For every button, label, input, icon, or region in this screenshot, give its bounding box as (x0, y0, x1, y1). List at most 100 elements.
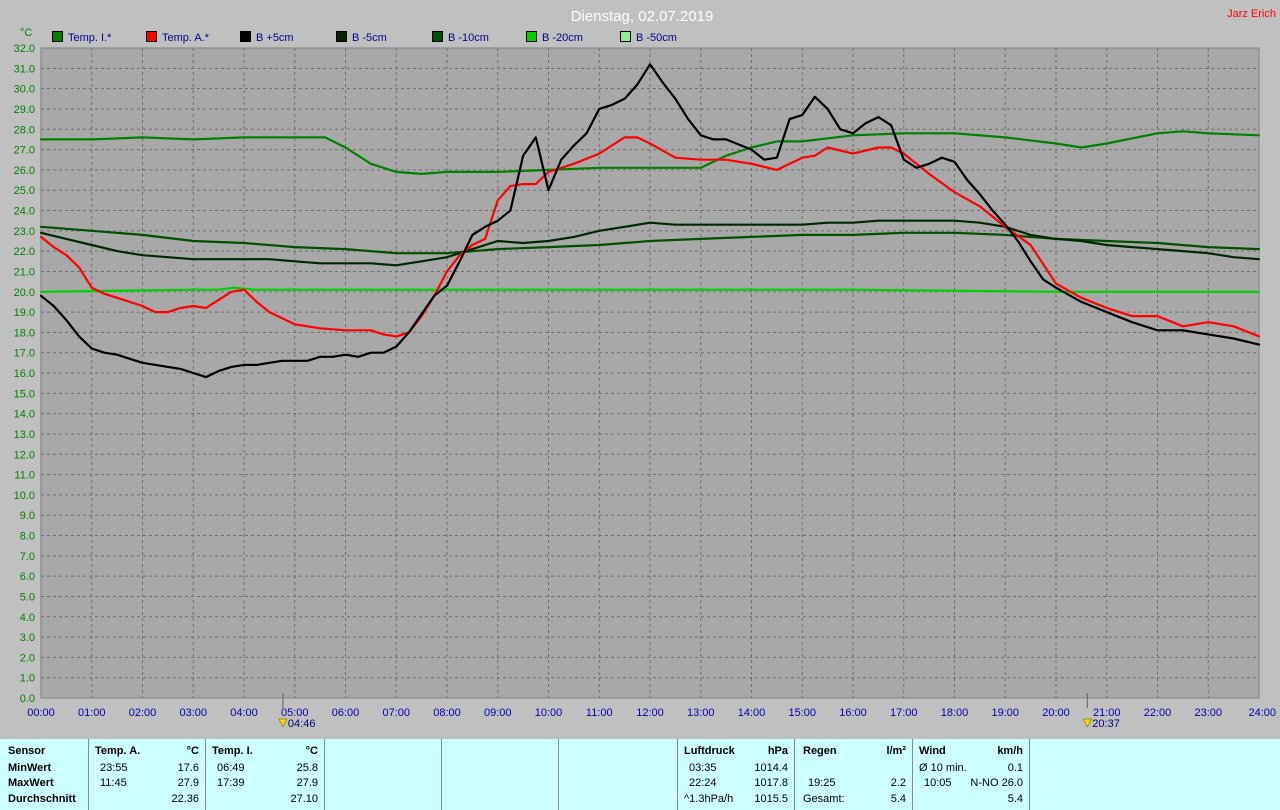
legend-label: Temp. A.* (162, 32, 210, 44)
legend-swatch (146, 31, 157, 42)
chart-title: Dienstag, 02.07.2019 (571, 8, 714, 25)
legend-item: B -10cm (432, 31, 489, 45)
legend-item: Temp. I.* (52, 31, 111, 45)
temp-a-max-val: 27.9 (177, 777, 199, 789)
legend-swatch (240, 31, 251, 42)
y-tick-label: 27.0 (14, 145, 35, 157)
y-tick-label: 3.0 (20, 632, 35, 644)
rain-max-val: 2.2 (890, 777, 906, 789)
wind-avg: 5.4 (1007, 793, 1023, 805)
legend-swatch (52, 31, 63, 42)
x-tick-label: 08:00 (433, 707, 461, 719)
stats-col-temp-a: Temp. A. °C 23:55 17.6 11:45 27.9 22.36 (89, 739, 206, 810)
x-tick-label: 19:00 (991, 707, 1019, 719)
y-tick-label: 22.0 (14, 246, 35, 258)
y-tick-label: 2.0 (20, 652, 35, 664)
x-tick-label: 13:00 (687, 707, 715, 719)
y-tick-label: 17.0 (14, 348, 35, 360)
temp-a-unit: °C (186, 745, 199, 757)
x-tick-label: 01:00 (78, 707, 106, 719)
stats-col-empty-2 (442, 739, 559, 810)
y-tick-label: 20.0 (14, 287, 35, 299)
y-axis-unit: °C (20, 27, 32, 39)
wind-unit: km/h (997, 745, 1023, 757)
legend-swatch (526, 31, 537, 42)
author-label: Jarz Erich (1227, 8, 1276, 20)
y-tick-label: 4.0 (20, 612, 35, 624)
temp-a-max-time: 11:45 (100, 777, 127, 789)
pressure-unit: hPa (767, 745, 788, 757)
y-tick-label: 14.0 (14, 409, 35, 421)
pressure-trend: ^1.3hPa/h (684, 793, 734, 805)
x-tick-label: 07:00 (382, 707, 410, 719)
legend-label: B +5cm (256, 32, 294, 44)
sunset-label: 20:37 (1092, 718, 1120, 730)
x-tick-label: 00:00 (27, 707, 55, 719)
y-tick-label: 31.0 (14, 63, 35, 75)
legend-label: B -10cm (448, 32, 489, 44)
temp-i-min-time: 06:49 (217, 762, 245, 774)
x-tick-label: 04:00 (230, 707, 258, 719)
y-tick-label: 13.0 (14, 429, 35, 441)
y-tick-label: 11.0 (14, 470, 35, 482)
pressure-min-time: 03:35 (689, 762, 717, 774)
legend-item: B -20cm (526, 31, 583, 45)
y-tick-label: 10.0 (14, 490, 35, 502)
y-tick-label: 24.0 (14, 206, 35, 218)
pressure-avg: 1015.5 (754, 793, 788, 805)
rain-max-time: 19:25 (808, 777, 836, 789)
y-tick-label: 16.0 (14, 368, 35, 380)
legend-swatch (620, 31, 631, 42)
chart: Dienstag, 02.07.2019 Jarz Erich °C 0.0 1.… (0, 0, 1280, 739)
pressure-max-val: 1017.8 (754, 777, 788, 789)
temp-i-avg: 27.10 (290, 793, 318, 805)
wind-title: Wind (919, 745, 946, 757)
legend-label: B -50cm (636, 32, 677, 44)
stats-col-wind: Wind km/h Ø 10 min. 0.1 10:05 N-NO 26.0 … (913, 739, 1030, 810)
stats-col-temp-i: Temp. I. °C 06:49 25.8 17:39 27.9 27.10 (206, 739, 325, 810)
pressure-title: Luftdruck (684, 745, 735, 757)
legend-item: B +5cm (240, 31, 294, 45)
temp-i-max-time: 17:39 (217, 777, 245, 789)
temp-a-min-val: 17.6 (177, 762, 199, 774)
temp-a-min-time: 23:55 (100, 762, 128, 774)
x-tick-label: 15:00 (788, 707, 816, 719)
wind-max-time: 10:05 (924, 777, 952, 789)
legend-label: B -20cm (542, 32, 583, 44)
stats-col-empty-1 (325, 739, 442, 810)
y-tick-label: 5.0 (20, 591, 35, 603)
temp-i-max-val: 27.9 (296, 777, 318, 789)
stats-col-empty-3 (559, 739, 678, 810)
rain-title: Regen (803, 745, 837, 757)
legend-item: B -5cm (336, 31, 387, 45)
temp-a-title: Temp. A. (95, 745, 141, 757)
x-tick-label: 10:00 (535, 707, 563, 719)
x-tick-label: 02:00 (129, 707, 157, 719)
temp-i-title: Temp. I. (212, 745, 253, 757)
y-tick-label: 23.0 (14, 226, 35, 238)
legend-item: B -50cm (620, 31, 677, 45)
x-tick-label: 03:00 (179, 707, 207, 719)
y-tick-label: 26.0 (14, 165, 35, 177)
wind-min-label: Ø 10 min. (919, 762, 967, 774)
pressure-min-val: 1014.4 (754, 762, 788, 774)
x-tick-label: 17:00 (890, 707, 918, 719)
legend-swatch (432, 31, 443, 42)
row-label-min: MinWert (8, 762, 52, 774)
x-tick-label: 22:00 (1144, 707, 1172, 719)
y-tick-label: 29.0 (14, 104, 35, 116)
x-tick-label: 11:00 (586, 707, 613, 719)
pressure-max-time: 22:24 (689, 777, 717, 789)
y-tick-label: 8.0 (20, 531, 35, 543)
temp-i-min-val: 25.8 (296, 762, 318, 774)
wind-max-val: N-NO 26.0 (970, 777, 1023, 789)
legend-label: Temp. I.* (68, 32, 112, 44)
rain-unit: l/m² (886, 745, 906, 757)
rain-total-label: Gesamt: (803, 793, 845, 805)
x-tick-label: 23:00 (1194, 707, 1222, 719)
wind-min-val: 0.1 (1007, 762, 1023, 774)
rain-total: 5.4 (890, 793, 906, 805)
y-tick-label: 18.0 (14, 327, 35, 339)
x-tick-label: 09:00 (484, 707, 512, 719)
x-tick-label: 12:00 (636, 707, 664, 719)
